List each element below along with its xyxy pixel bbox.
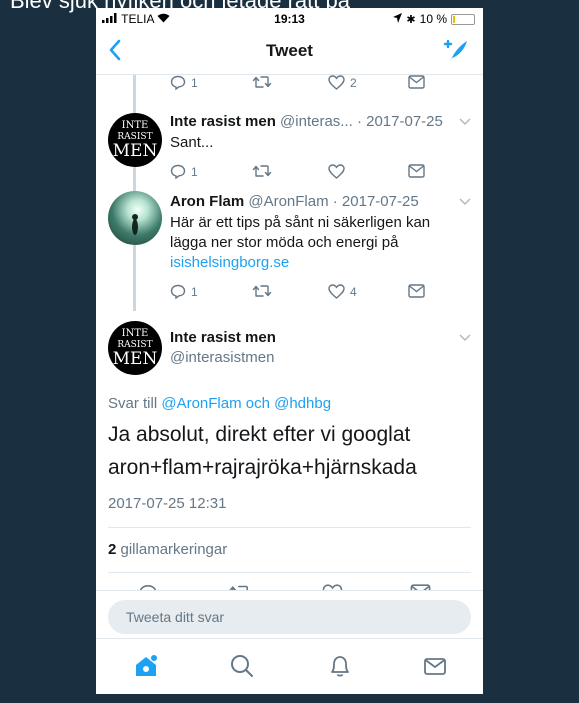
dm-icon xyxy=(408,75,425,89)
search-icon xyxy=(231,655,253,677)
author-meta: @interas... · 2017-07-25 xyxy=(275,113,443,130)
dm-icon xyxy=(408,284,425,298)
like-count: 4 xyxy=(350,284,357,299)
like-button[interactable]: 2 xyxy=(328,75,357,90)
reply-icon xyxy=(170,284,186,299)
tab-notifications[interactable] xyxy=(327,653,353,684)
location-icon xyxy=(393,12,403,26)
avatar-text-line1: INTE xyxy=(121,120,149,131)
tab-search[interactable] xyxy=(229,653,255,684)
retweet-button[interactable] xyxy=(252,75,272,89)
main-tweet-text: Ja absolut, direkt efter vi googlat aron… xyxy=(108,418,468,484)
chevron-down-icon[interactable] xyxy=(459,197,471,209)
avatar-image xyxy=(132,214,138,235)
main-tweet-line1: Ja absolut, direkt efter vi googlat xyxy=(108,423,411,446)
tab-messages[interactable] xyxy=(422,653,448,684)
avatar[interactable]: INTE RASIST MEN xyxy=(108,321,162,375)
likes-label: gillamarkeringar xyxy=(116,541,228,558)
dm-button[interactable] xyxy=(408,75,425,89)
like-button[interactable]: 4 xyxy=(328,284,357,299)
retweet-button[interactable] xyxy=(252,284,272,298)
tab-home[interactable] xyxy=(133,653,159,684)
retweet-icon xyxy=(252,76,272,88)
reply-to-line: Svar till @AronFlam och @hdhbg xyxy=(108,395,331,412)
conversation: 1 2 INTE RASIST MEN Inte rasist men @int… xyxy=(96,75,483,590)
avatar-text-line3: MEN xyxy=(112,349,158,369)
retweet-icon xyxy=(252,285,272,297)
divider xyxy=(108,572,471,573)
phone-screen: TELIA 19:13 ✱ 10 % Tweet 1 2 INTE RASIST… xyxy=(96,8,483,694)
battery-level xyxy=(453,15,455,23)
likes-summary[interactable]: 2 gillamarkeringar xyxy=(108,541,227,558)
divider xyxy=(108,527,471,528)
chevron-down-icon[interactable] xyxy=(459,117,471,129)
dm-button[interactable] xyxy=(408,164,425,178)
reply-button[interactable]: 1 xyxy=(170,164,198,179)
reply-button[interactable]: 1 xyxy=(170,284,198,299)
home-icon xyxy=(136,655,157,676)
battery-icon xyxy=(451,13,475,25)
author-meta: @AronFlam · 2017-07-25 xyxy=(244,193,419,210)
thread-line xyxy=(133,75,136,113)
tweet-text-body: Här är ett tips på sånt ni säkerligen ka… xyxy=(170,214,431,251)
reply-to-mentions[interactable]: @AronFlam och @hdhbg xyxy=(161,395,331,412)
reply-count: 1 xyxy=(191,164,198,179)
status-right: ✱ 10 % xyxy=(393,12,475,26)
like-icon xyxy=(328,284,345,299)
navigation-bar: Tweet xyxy=(96,30,483,75)
like-count: 2 xyxy=(350,75,357,90)
compose-icon[interactable] xyxy=(441,38,469,69)
like-icon xyxy=(328,164,345,179)
reply-to-prefix: Svar till xyxy=(108,395,162,412)
tab-bar xyxy=(96,638,483,694)
thread-line xyxy=(133,245,136,311)
like-icon xyxy=(328,75,345,90)
messages-icon xyxy=(424,658,446,675)
chevron-down-icon[interactable] xyxy=(459,333,471,345)
author-name: Inte rasist men xyxy=(170,329,276,346)
reply-composer: Tweeta ditt svar xyxy=(96,590,483,639)
tweet-text: Sant... xyxy=(170,134,214,151)
dm-icon xyxy=(408,164,425,178)
status-bar: TELIA 19:13 ✱ 10 % xyxy=(96,8,483,30)
tweet-actions: 1 2 xyxy=(170,75,460,93)
thread-line xyxy=(133,167,136,191)
avatar-text-line1: INTE xyxy=(121,328,149,339)
author-name: Aron Flam xyxy=(170,193,245,210)
main-tweet-line2: aron+flam+rajrajröka+hjärnskada xyxy=(108,456,417,479)
author-name: Inte rasist men xyxy=(170,113,276,130)
main-tweet-author-name[interactable]: Inte rasist men xyxy=(170,329,276,346)
tweet-actions: 1 xyxy=(170,164,460,182)
tweet-author[interactable]: Inte rasist men @interas... · 2017-07-25 xyxy=(170,113,443,130)
avatar-text-line3: MEN xyxy=(112,141,158,161)
dm-button[interactable] xyxy=(408,284,425,298)
notifications-icon xyxy=(331,656,349,677)
tweet-link[interactable]: isishelsingborg.se xyxy=(170,254,289,271)
reply-count: 1 xyxy=(191,284,198,299)
battery-percent: 10 % xyxy=(419,12,447,26)
bluetooth-icon: ✱ xyxy=(406,13,416,26)
tweet-timestamp: 2017-07-25 12:31 xyxy=(108,495,227,512)
reply-button[interactable]: 1 xyxy=(170,75,198,90)
tweet-text: Här är ett tips på sånt ni säkerligen ka… xyxy=(170,213,460,273)
like-button[interactable] xyxy=(328,164,345,179)
avatar[interactable] xyxy=(108,191,162,245)
reply-icon xyxy=(170,164,186,179)
avatar[interactable]: INTE RASIST MEN xyxy=(108,113,162,167)
reply-icon xyxy=(170,75,186,90)
reply-count: 1 xyxy=(191,75,198,90)
page-title: Tweet xyxy=(266,41,313,60)
retweet-button[interactable] xyxy=(252,164,272,178)
tweet-actions: 1 4 xyxy=(170,284,460,302)
tweet-author[interactable]: Aron Flam @AronFlam · 2017-07-25 xyxy=(170,193,419,210)
retweet-icon xyxy=(252,165,272,177)
main-tweet-handle[interactable]: @interasistmen xyxy=(170,349,274,366)
reply-input[interactable]: Tweeta ditt svar xyxy=(108,600,471,634)
